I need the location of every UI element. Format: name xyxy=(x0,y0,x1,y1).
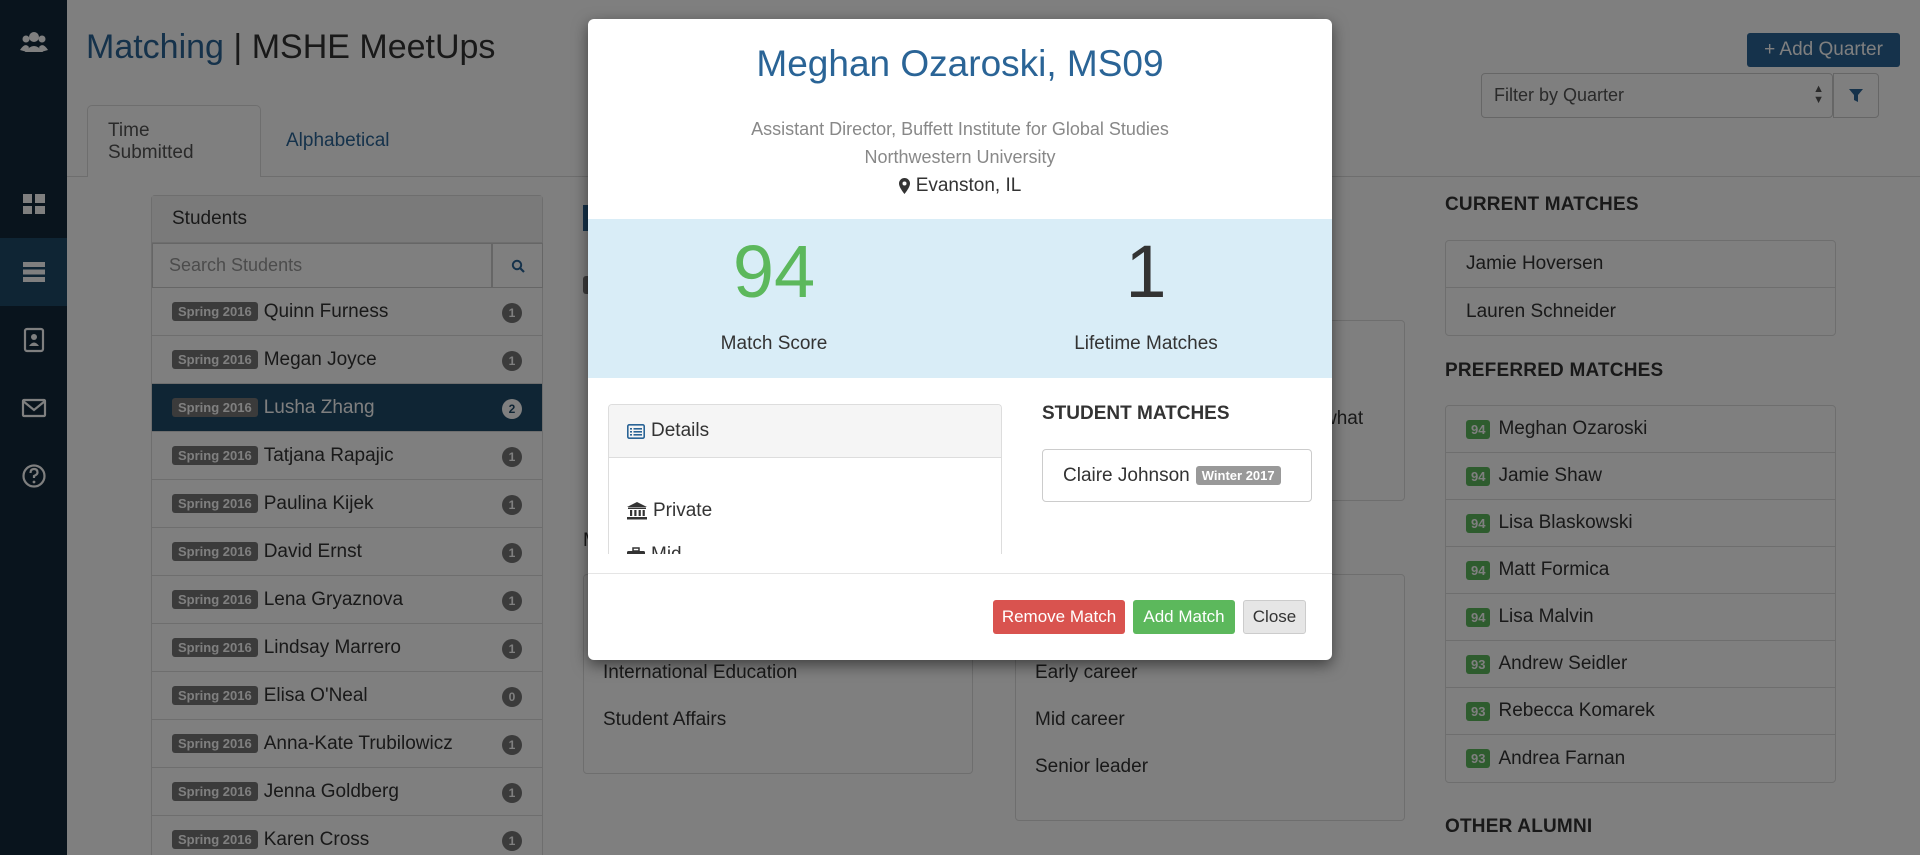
detail-value: Mid xyxy=(651,544,682,554)
match-score-label: Match Score xyxy=(720,333,828,354)
student-match-item[interactable]: Claire Johnson Winter 2017 xyxy=(1042,449,1312,502)
details-panel: Details Private Mid xyxy=(608,404,1002,554)
map-marker-icon xyxy=(898,178,910,194)
alumni-location: Evanston, IL xyxy=(588,175,1332,197)
remove-match-button[interactable]: Remove Match xyxy=(993,600,1125,634)
alumni-modal: Meghan Ozaroski, MS09 Assistant Director… xyxy=(588,19,1332,660)
close-button[interactable]: Close xyxy=(1243,600,1306,634)
briefcase-icon xyxy=(627,547,645,554)
detail-career-stage: Mid xyxy=(627,544,682,554)
student-matches-heading: STUDENT MATCHES xyxy=(1042,403,1230,424)
details-heading: Details xyxy=(651,420,710,441)
detail-value: Private xyxy=(653,500,713,521)
alumni-name-title: Meghan Ozaroski, MS09 xyxy=(756,43,1164,84)
stats-band: 94 Match Score 1 Lifetime Matches xyxy=(588,219,1332,378)
alumni-position: Assistant Director, Buffett Institute fo… xyxy=(751,119,1169,139)
lifetime-matches-label: Lifetime Matches xyxy=(1074,333,1218,354)
institution-icon xyxy=(627,502,647,520)
details-header: Details xyxy=(609,405,1001,458)
list-alt-icon xyxy=(627,423,645,439)
modal-footer: Remove Match Add Match Close xyxy=(588,573,1332,660)
match-score-value: 94 xyxy=(732,230,816,313)
add-match-button[interactable]: Add Match xyxy=(1133,600,1235,634)
location-text: Evanston, IL xyxy=(915,175,1022,196)
detail-institution-type: Private xyxy=(627,500,712,522)
student-match-name: Claire Johnson xyxy=(1063,464,1190,486)
quarter-badge: Winter 2017 xyxy=(1195,466,1281,485)
alumni-organization: Northwestern University xyxy=(864,147,1056,167)
lifetime-matches-value: 1 xyxy=(1125,230,1167,313)
